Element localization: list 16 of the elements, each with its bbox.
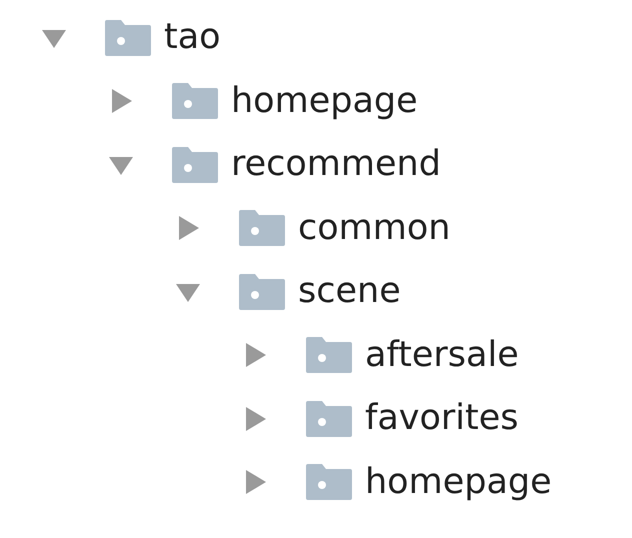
folder-label[interactable]: tao — [164, 20, 221, 56]
folder-label[interactable]: homepage — [231, 84, 418, 119]
folder-label[interactable]: recommend — [231, 147, 441, 182]
folder-icon — [172, 83, 218, 120]
folder-icon — [172, 146, 218, 183]
folder-icon — [306, 464, 352, 500]
folder-label[interactable]: favorites — [365, 401, 519, 436]
folder-icon — [306, 337, 352, 374]
folder-label[interactable]: aftersale — [365, 338, 519, 373]
folder-icon — [239, 274, 285, 310]
folder-label[interactable]: homepage — [365, 464, 552, 500]
folder-icon — [105, 20, 151, 56]
folder-label[interactable]: common — [298, 210, 450, 246]
folder-icon — [306, 400, 352, 437]
folder-icon — [239, 210, 285, 246]
folder-label[interactable]: scene — [298, 274, 401, 310]
